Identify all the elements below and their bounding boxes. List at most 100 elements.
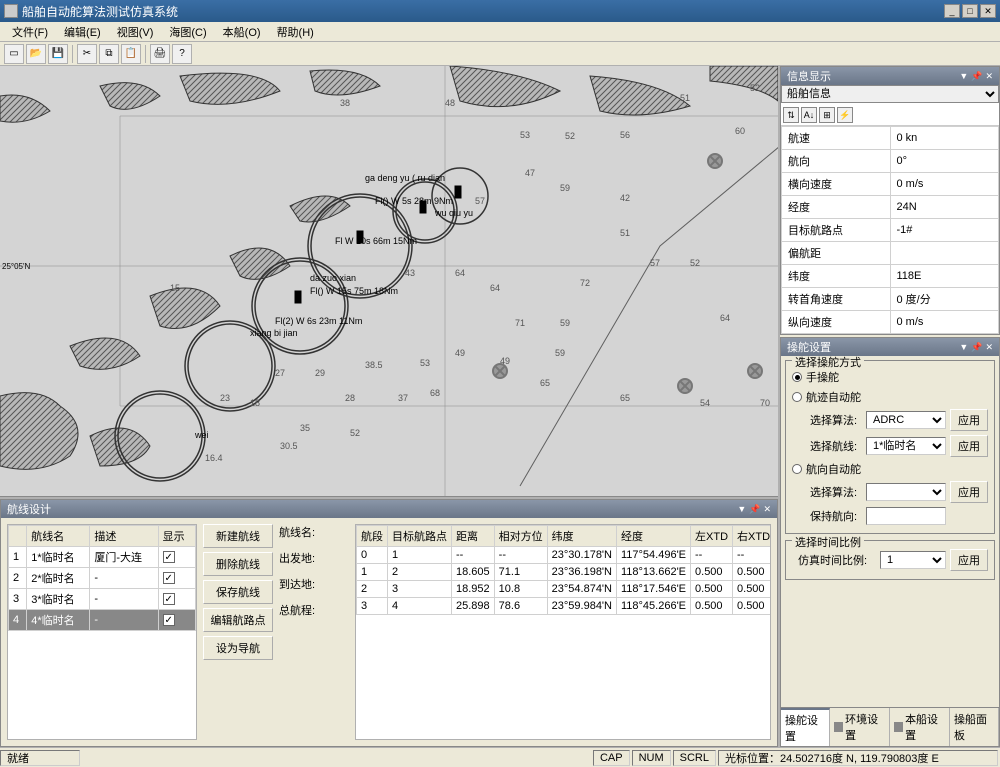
radio-heading-auto[interactable]: 航向自动舵 (792, 459, 988, 479)
toolbar-open-icon[interactable]: 📂 (26, 44, 46, 64)
svg-text:70: 70 (760, 398, 770, 408)
svg-text:53: 53 (420, 358, 430, 368)
col-lat: 纬度 (547, 526, 616, 547)
show-checkbox[interactable]: ✓ (163, 551, 175, 563)
panel-close-icon[interactable]: ✕ (985, 71, 993, 82)
new-route-button[interactable]: 新建航线 (203, 524, 273, 548)
show-checkbox[interactable]: ✓ (163, 572, 175, 584)
route-list-row[interactable]: 44*临时名-✓ (9, 610, 196, 631)
tab-environment[interactable]: 环境设置 (830, 708, 890, 746)
route-list: 航线名 描述 显示 11*临时名厦门-大连✓22*临时名-✓33*临时名-✓44… (7, 524, 197, 740)
info-type-dropdown[interactable]: 船舶信息 (781, 85, 999, 103)
menu-own[interactable]: 本船(O) (215, 22, 269, 42)
save-route-button[interactable]: 保存航线 (203, 580, 273, 604)
segment-row[interactable]: 1218.60571.123°36.198'N118°13.662'E0.500… (357, 564, 772, 581)
svg-text:wei: wei (194, 430, 209, 440)
toolbar-paste-icon[interactable]: 📋 (121, 44, 141, 64)
time-ratio-dropdown[interactable]: 1 (880, 551, 946, 569)
panel-pin-icon[interactable]: 📌 (971, 71, 982, 82)
segment-row[interactable]: 01----23°30.178'N117°54.496'E---- (357, 547, 772, 564)
svg-text:57: 57 (475, 196, 485, 206)
apply-heading-algo-button[interactable]: 应用 (950, 481, 988, 503)
col-brg: 相对方位 (494, 526, 547, 547)
route-list-row[interactable]: 22*临时名-✓ (9, 568, 196, 589)
toolbar-new-icon[interactable]: ▭ (4, 44, 24, 64)
svg-text:56: 56 (620, 130, 630, 140)
menu-help[interactable]: 帮助(H) (269, 22, 322, 42)
svg-text:35: 35 (300, 423, 310, 433)
tab-steering[interactable]: 操舵设置 (781, 708, 830, 746)
tab-own-ship[interactable]: 本船设置 (890, 708, 950, 746)
panel-pin-icon[interactable]: ▼ (737, 504, 746, 515)
ship-icon (894, 722, 903, 732)
toolbar: ▭ 📂 💾 ✂ ⧉ 📋 🖨 ? (0, 42, 1000, 66)
panel-pin-icon[interactable]: 📌 (971, 342, 982, 353)
svg-text:25°05'N: 25°05'N (2, 262, 31, 271)
heading-algo-dropdown[interactable] (866, 483, 946, 501)
route-list-row[interactable]: 33*临时名-✓ (9, 589, 196, 610)
chart-svg: ga deng yu ( ru dian Fl() W 5s 28m 9Nm w… (0, 66, 778, 496)
svg-text:64: 64 (490, 283, 500, 293)
col-seg: 航段 (357, 526, 388, 547)
segment-row[interactable]: 2318.95210.823°54.874'N118°17.546'E0.500… (357, 581, 772, 598)
delete-route-button[interactable]: 删除航线 (203, 552, 273, 576)
radio-track-auto[interactable]: 航迹自动舵 (792, 387, 988, 407)
app-title: 船舶自动舵算法测试仿真系统 (22, 3, 944, 20)
set-nav-button[interactable]: 设为导航 (203, 636, 273, 660)
maximize-button[interactable]: □ (962, 4, 978, 18)
edit-waypoint-button[interactable]: 编辑航路点 (203, 608, 273, 632)
info-group-icon[interactable]: ⊞ (819, 107, 835, 123)
menu-edit[interactable]: 编辑(E) (56, 22, 109, 42)
svg-text:29: 29 (315, 368, 325, 378)
menu-chart[interactable]: 海图(C) (161, 22, 214, 42)
toolbar-print-icon[interactable]: 🖨 (150, 44, 170, 64)
toolbar-separator (72, 45, 73, 63)
panel-pin-icon[interactable]: 📌 (749, 504, 760, 515)
segment-row[interactable]: 3425.89878.623°59.984'N118°45.266'E0.500… (357, 598, 772, 615)
title-bar: 船舶自动舵算法测试仿真系统 _ □ ✕ (0, 0, 1000, 22)
keep-heading-input[interactable] (866, 507, 946, 525)
tab-helm[interactable]: 操船面板 (950, 708, 999, 746)
svg-text:64: 64 (455, 268, 465, 278)
info-row: 航向0° (782, 150, 999, 173)
toolbar-cut-icon[interactable]: ✂ (77, 44, 97, 64)
panel-pin-icon[interactable]: ▼ (959, 71, 968, 82)
minimize-button[interactable]: _ (944, 4, 960, 18)
info-flash-icon[interactable]: ⚡ (837, 107, 853, 123)
svg-text:47: 47 (525, 168, 535, 178)
info-row: 纬度118E (782, 265, 999, 288)
close-button[interactable]: ✕ (980, 4, 996, 18)
toolbar-copy-icon[interactable]: ⧉ (99, 44, 119, 64)
track-algo-dropdown[interactable]: ADRC (866, 411, 946, 429)
status-scrl: SCRL (673, 750, 716, 766)
toolbar-help-icon[interactable]: ? (172, 44, 192, 64)
route-list-row[interactable]: 11*临时名厦门-大连✓ (9, 547, 196, 568)
apply-track-route-button[interactable]: 应用 (950, 435, 988, 457)
panel-close-icon[interactable]: ✕ (763, 504, 771, 515)
toolbar-separator (145, 45, 146, 63)
steering-panel-title: 操舵设置 (787, 339, 831, 355)
toolbar-save-icon[interactable]: 💾 (48, 44, 68, 64)
svg-text:49: 49 (455, 348, 465, 358)
menu-view[interactable]: 视图(V) (109, 22, 162, 42)
svg-text:23: 23 (220, 393, 230, 403)
apply-track-algo-button[interactable]: 应用 (950, 409, 988, 431)
panel-pin-icon[interactable]: ▼ (959, 342, 968, 353)
apply-time-button[interactable]: 应用 (950, 549, 988, 571)
info-row: 航速0 kn (782, 127, 999, 150)
menu-file[interactable]: 文件(F) (4, 22, 56, 42)
svg-text:38.5: 38.5 (365, 360, 383, 370)
panel-close-icon[interactable]: ✕ (985, 342, 993, 353)
svg-text:43: 43 (405, 268, 415, 278)
nautical-chart-view[interactable]: ga deng yu ( ru dian Fl() W 5s 28m 9Nm w… (0, 66, 778, 497)
info-sort-icon[interactable]: ⇅ (783, 107, 799, 123)
info-row: 横向速度0 m/s (782, 173, 999, 196)
show-checkbox[interactable]: ✓ (163, 614, 175, 626)
svg-text:72: 72 (580, 278, 590, 288)
svg-text:52: 52 (350, 428, 360, 438)
track-route-dropdown[interactable]: 1*临时名 (866, 437, 946, 455)
radio-manual[interactable]: 手操舵 (792, 367, 988, 387)
svg-text:Fl() W 5s 28m 9Nm: Fl() W 5s 28m 9Nm (375, 196, 453, 206)
show-checkbox[interactable]: ✓ (163, 593, 175, 605)
info-sort-az-icon[interactable]: A↓ (801, 107, 817, 123)
